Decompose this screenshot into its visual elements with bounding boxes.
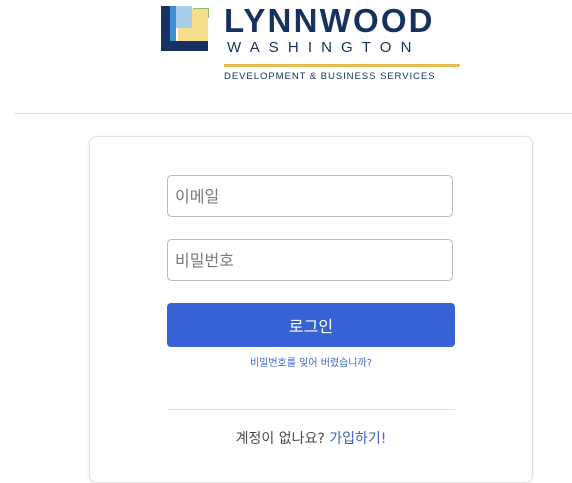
login-button[interactable]: 로그인	[167, 303, 455, 347]
header-divider	[14, 113, 572, 114]
site-header: LYNNWOOD WASHINGTON DEVELOPMENT & BUSINE…	[0, 0, 572, 110]
signup-row: 계정이 없나요? 가입하기!	[167, 428, 455, 448]
login-card: 로그인 비밀번호를 잊어 버렸습니까? 계정이 없나요? 가입하기!	[89, 136, 533, 483]
forgot-password-link[interactable]: 비밀번호를 잊어 버렸습니까?	[167, 354, 455, 369]
lynnwood-logo[interactable]: LYNNWOOD WASHINGTON DEVELOPMENT & BUSINE…	[158, 2, 464, 90]
logo-subtitle: WASHINGTON	[227, 39, 421, 56]
card-divider	[167, 409, 455, 410]
emblem-sky-block	[175, 6, 192, 28]
signup-prompt: 계정이 없나요?	[235, 431, 325, 447]
email-input[interactable]	[167, 175, 453, 217]
logo-tagline: DEVELOPMENT & BUSINESS SERVICES	[224, 71, 436, 82]
logo-title: LYNNWOOD	[224, 2, 435, 39]
lynnwood-emblem-icon	[161, 6, 209, 51]
signup-link[interactable]: 가입하기!	[329, 431, 386, 447]
password-input[interactable]	[167, 239, 453, 281]
logo-rule	[224, 64, 460, 67]
